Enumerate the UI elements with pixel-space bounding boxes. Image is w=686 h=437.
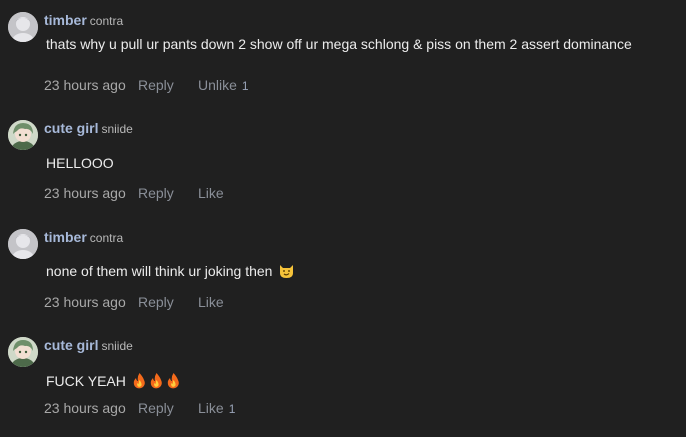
user-handle: contra [89,231,124,245]
like-button[interactable]: Like 1 [198,400,235,416]
comment-header: timber contra [44,12,123,30]
username[interactable]: cute girl [44,120,98,136]
like-count: 1 [228,402,236,416]
smirking-cat-emoji-icon [278,263,295,282]
comment-text-content: none of them will think ur joking then [46,263,273,279]
comment-text-content: thats why u pull ur pants down 2 show of… [46,36,632,52]
user-handle: sniide [101,339,133,353]
user-avatar[interactable] [8,12,38,42]
comment-meta: 23 hours ago Reply Like [44,294,224,310]
comment-text: thats why u pull ur pants down 2 show of… [46,36,632,52]
comment: timber contra none of them will think ur … [0,229,686,329]
comment-text: FUCK YEAH [46,372,181,392]
timestamp: 23 hours ago [44,185,126,201]
like-count: 1 [241,79,249,93]
comment-text-content: HELLOOO [46,155,114,171]
comment: timber contra thats why u pull ur pants d… [0,12,686,112]
username[interactable]: timber [44,229,87,245]
anime-avatar-icon [8,337,38,367]
reply-button[interactable]: Reply [138,185,174,201]
like-button[interactable]: Like [198,185,224,201]
timestamp: 23 hours ago [44,77,126,93]
fire-emoji-icon [166,372,181,392]
gray-avatar-icon [8,229,38,259]
comment-meta: 23 hours ago Reply Unlike 1 [44,77,249,93]
username[interactable]: timber [44,12,87,28]
comment-text: HELLOOO [46,155,114,171]
comment-meta: 23 hours ago Reply Like 1 [44,400,235,416]
comment-header: cute girl sniide [44,337,133,355]
like-label: Like [198,294,224,310]
comment-meta: 23 hours ago Reply Like [44,185,224,201]
user-avatar[interactable] [8,229,38,259]
comment-text: none of them will think ur joking then [46,263,295,282]
comment-header: cute girl sniide [44,120,133,138]
user-handle: sniide [101,122,133,136]
gray-avatar-icon [8,12,38,42]
like-label: Like [198,400,224,416]
username[interactable]: cute girl [44,337,98,353]
timestamp: 23 hours ago [44,400,126,416]
like-label: Unlike [198,77,237,93]
like-button[interactable]: Like [198,294,224,310]
comment-header: timber contra [44,229,123,247]
reply-button[interactable]: Reply [138,400,174,416]
timestamp: 23 hours ago [44,294,126,310]
user-avatar[interactable] [8,120,38,150]
unlike-button[interactable]: Unlike 1 [198,77,249,93]
fire-emoji-icon [132,372,147,392]
comment: cute girl sniide HELLOOO 23 hours ago Rep… [0,120,686,220]
comment: cute girl sniide FUCK YEAH 23 hours ago R… [0,337,686,437]
reply-button[interactable]: Reply [138,77,174,93]
reply-button[interactable]: Reply [138,294,174,310]
user-avatar[interactable] [8,337,38,367]
fire-emoji-icon [149,372,164,392]
anime-avatar-icon [8,120,38,150]
user-handle: contra [89,14,124,28]
comment-text-content: FUCK YEAH [46,373,126,389]
like-label: Like [198,185,224,201]
